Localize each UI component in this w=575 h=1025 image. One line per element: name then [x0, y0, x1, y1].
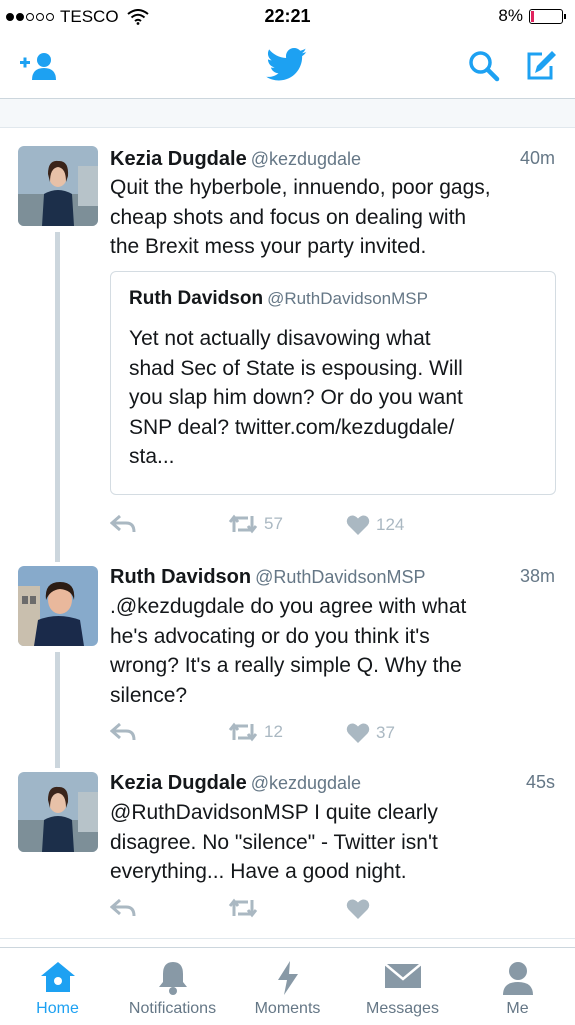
avatar[interactable]	[18, 566, 98, 646]
quoted-text-line: sta...	[129, 445, 175, 468]
tweet-text: Quit the hyberbole, innuendo, poor gags,…	[110, 173, 550, 262]
tweet-text-line: wrong? It's a really simple Q. Why the	[110, 654, 462, 677]
tweet-text: @RuthDavidsonMSP I quite clearly disagre…	[110, 798, 550, 887]
quoted-author-name: Ruth Davidson	[129, 288, 264, 309]
quoted-text-line: Yet not actually disavowing what	[129, 327, 431, 350]
retweet-count: 57	[264, 514, 283, 533]
tweet[interactable]: Kezia Dugdale @kezdugdale 45s @RuthDavids…	[0, 752, 575, 938]
quoted-tweet-text: Yet not actually disavowing what shad Se…	[129, 324, 539, 472]
tab-messages[interactable]: Messages	[345, 948, 460, 1025]
clock: 22:21	[264, 6, 311, 26]
author-handle[interactable]: @RuthDavidsonMSP	[255, 567, 425, 587]
retweet-button[interactable]: 57	[228, 514, 283, 534]
tweet-text-line: .@kezdugdale do you agree with what	[110, 595, 467, 618]
tweet-actions	[110, 898, 440, 924]
quoted-text-line: you slap him down? Or do you want	[129, 386, 463, 409]
battery-status: 8%	[498, 6, 566, 26]
tweet-actions: 12 37	[110, 722, 440, 748]
person-icon	[502, 962, 533, 995]
heart-icon	[346, 899, 370, 919]
tweet-header: Kezia Dugdale @kezdugdale 45s	[110, 772, 555, 795]
bottom-tab-bar: Home Notifications Moments Messages Me	[0, 947, 575, 1025]
status-bar: TESCO 22:21 8%	[0, 0, 575, 34]
reply-icon	[110, 514, 136, 533]
bell-icon	[158, 962, 187, 995]
tweet[interactable]: Kezia Dugdale @kezdugdale 40m Quit the hy…	[0, 128, 575, 562]
tweet-divider	[0, 938, 575, 939]
tweet-time: 38m	[519, 566, 555, 586]
quoted-tweet[interactable]: Ruth Davidson @RuthDavidsonMSP Yet not ac…	[110, 271, 556, 495]
tweet-time: 40m	[519, 148, 555, 168]
tweet-time: 45s	[525, 772, 555, 792]
quoted-text-line: shad Sec of State is espousing. Will	[129, 356, 463, 380]
tweet-header: Kezia Dugdale @kezdugdale 40m	[110, 148, 555, 171]
thread-line	[55, 652, 60, 768]
tweet-text-line: everything... Have a good night.	[110, 860, 407, 883]
tweet-text-line: silence?	[110, 683, 188, 707]
like-button[interactable]: 124	[346, 514, 404, 536]
tweet-text-line: Quit the hyberbole, innuendo, poor gags,	[110, 176, 491, 199]
heart-icon	[346, 515, 370, 535]
timeline-gap	[0, 99, 575, 128]
battery-icon	[529, 8, 566, 24]
reply-button[interactable]	[110, 722, 136, 742]
tweet-actions: 57 124	[110, 514, 440, 540]
tab-label: Moments	[254, 1000, 321, 1017]
tab-me[interactable]: Me	[460, 948, 575, 1025]
tab-moments[interactable]: Moments	[230, 948, 345, 1025]
add-user-icon[interactable]	[18, 51, 60, 81]
like-count: 37	[376, 723, 395, 742]
like-count: 124	[376, 515, 405, 534]
tweet-text-line: @RuthDavidsonMSP I quite clearly	[110, 801, 438, 824]
author-handle[interactable]: @kezdugdale	[251, 149, 361, 169]
tweet-text-line: he's advocating or do you think it's	[110, 624, 430, 648]
tweet-text-line: disagree. No "silence" - Twitter isn't	[110, 830, 438, 854]
tweet[interactable]: Ruth Davidson @RuthDavidsonMSP 38m .@kezd…	[0, 546, 575, 768]
lightning-icon	[277, 961, 298, 995]
tab-notifications[interactable]: Notifications	[115, 948, 230, 1025]
author-handle[interactable]: @kezdugdale	[251, 773, 361, 793]
retweet-icon	[228, 722, 258, 742]
tweet-header: Ruth Davidson @RuthDavidsonMSP 38m	[110, 566, 555, 589]
like-button[interactable]	[346, 898, 376, 920]
like-button[interactable]: 37	[346, 722, 395, 744]
quoted-text-line: SNP deal? twitter.com/kezdugdale/	[129, 415, 455, 439]
thread-line	[55, 752, 60, 766]
avatar[interactable]	[18, 772, 98, 852]
thread-line	[55, 232, 60, 562]
heart-icon	[346, 723, 370, 743]
reply-icon	[110, 898, 136, 917]
battery-percent: 8%	[498, 6, 523, 25]
reply-icon	[110, 722, 136, 741]
author-name[interactable]: Kezia Dugdale	[110, 148, 247, 170]
top-nav-bar	[0, 34, 575, 99]
tweet-text-line: cheap shots and focus on dealing with	[110, 205, 467, 229]
retweet-button[interactable]	[228, 898, 264, 918]
tab-label: Messages	[366, 1000, 439, 1017]
tab-label: Me	[506, 1000, 529, 1017]
quoted-tweet-header: Ruth Davidson @RuthDavidsonMSP	[129, 288, 428, 310]
author-name[interactable]: Kezia Dugdale	[110, 772, 247, 794]
tweet-text-line: the Brexit mess your party invited.	[110, 235, 427, 258]
avatar[interactable]	[18, 146, 98, 226]
compose-icon[interactable]	[524, 49, 558, 83]
retweet-count: 12	[264, 722, 283, 741]
twitter-bird-icon[interactable]	[266, 48, 308, 82]
tab-home[interactable]: Home	[0, 948, 115, 1025]
retweet-icon	[228, 514, 258, 534]
reply-button[interactable]	[110, 514, 136, 534]
tab-label: Home	[36, 1000, 79, 1017]
home-icon	[40, 962, 75, 992]
search-icon[interactable]	[468, 50, 500, 82]
retweet-icon	[228, 898, 258, 918]
retweet-button[interactable]: 12	[228, 722, 283, 742]
reply-button[interactable]	[110, 898, 136, 918]
thread-line	[55, 546, 60, 560]
quoted-author-handle: @RuthDavidsonMSP	[267, 289, 428, 308]
tab-label: Notifications	[128, 1000, 217, 1017]
tweet-text: .@kezdugdale do you agree with what he's…	[110, 592, 550, 710]
author-name[interactable]: Ruth Davidson	[110, 566, 251, 588]
envelope-icon	[383, 963, 422, 988]
